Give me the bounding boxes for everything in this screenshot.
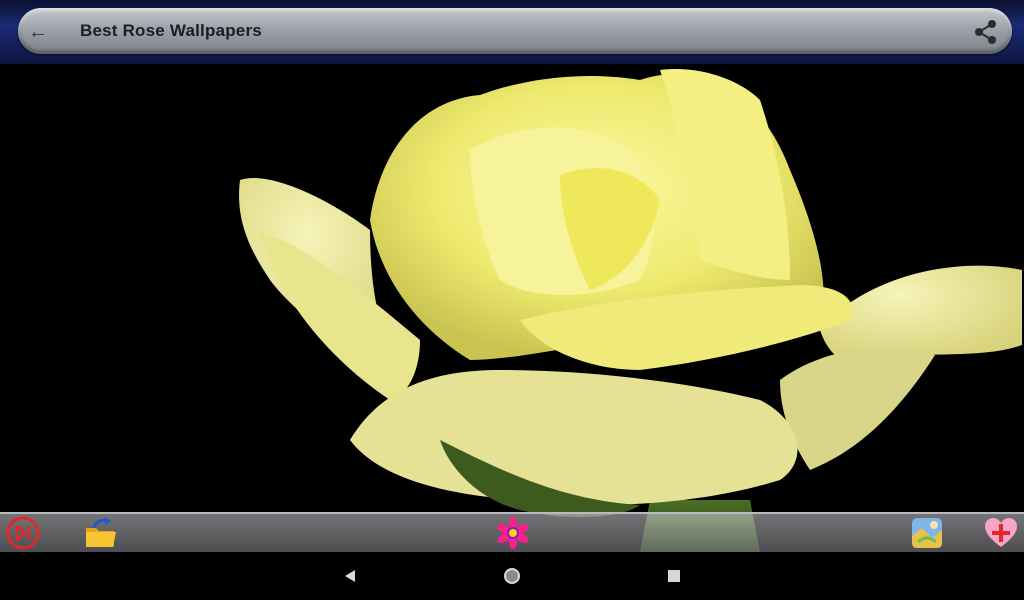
arrow-left-icon: ← — [28, 21, 48, 43]
folder-icon — [86, 517, 116, 547]
share-icon — [975, 20, 996, 44]
back-button[interactable]: ← — [26, 20, 50, 44]
folder-button[interactable] — [84, 516, 118, 550]
flower-icon — [497, 517, 529, 549]
app-title: Best Rose Wallpapers — [80, 21, 262, 40]
nav-home-button[interactable] — [500, 564, 524, 588]
gallery-button[interactable] — [910, 516, 944, 550]
wallpaper-image — [0, 0, 1024, 552]
recents-square-icon — [668, 570, 680, 582]
home-circle-icon — [504, 568, 520, 584]
skip-next-icon — [6, 516, 40, 550]
back-triangle-icon — [345, 570, 355, 582]
add-favorite-icon — [985, 518, 1017, 547]
flower-button[interactable] — [496, 516, 530, 550]
bottom-bar-divider — [0, 512, 1024, 514]
nav-back-button[interactable] — [338, 564, 362, 588]
share-button[interactable] — [972, 18, 1000, 46]
nav-recents-button[interactable] — [662, 564, 686, 588]
gallery-icon — [912, 518, 942, 548]
top-toolbar: ← Best Rose Wallpapers — [0, 0, 1024, 64]
add-favorite-button[interactable] — [984, 516, 1018, 550]
skip-next-button[interactable] — [6, 516, 40, 550]
